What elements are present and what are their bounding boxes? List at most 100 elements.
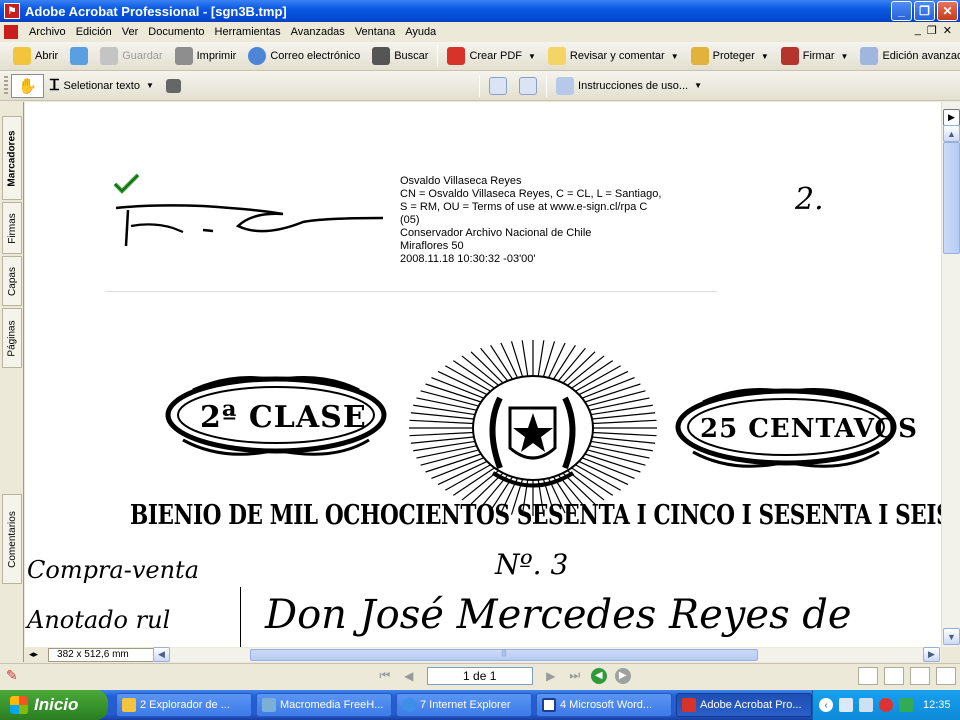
minimize-button[interactable]: _ <box>891 1 912 21</box>
chevron-down-icon[interactable]: ▼ <box>528 52 536 61</box>
navigation-pane: Marcadores Firmas Capas Páginas Comentar… <box>0 102 24 662</box>
select-text-button[interactable]: Ꮖ Seletionar texto ▼ <box>44 74 160 98</box>
scroll-left-arrow-icon[interactable]: ◀ <box>153 647 170 662</box>
taskbar-item-internet-explorer[interactable]: 7 Internet Explorer <box>396 693 532 717</box>
document-view[interactable]: Osvaldo Villaseca Reyes CN = Osvaldo Vil… <box>25 102 941 647</box>
last-page-icon[interactable]: ⏭ <box>566 667 584 685</box>
continuous-layout-icon[interactable] <box>883 666 904 685</box>
first-page-icon[interactable]: ⏮ <box>376 667 394 685</box>
handwritten-signature <box>115 204 384 247</box>
scroll-right-arrow-icon[interactable]: ▶ <box>923 647 940 662</box>
horizontal-scroll-thumb[interactable]: ||| <box>250 649 758 661</box>
open-button[interactable]: Abrir <box>7 44 64 68</box>
start-button[interactable]: Inicio <box>0 690 108 720</box>
scroll-up-arrow-icon[interactable]: ▲ <box>943 125 960 142</box>
tab-signatures[interactable]: Firmas <box>2 202 22 254</box>
tab-layers-label: Capas <box>6 266 18 296</box>
window-controls: _ ❐ ✕ <box>891 1 958 21</box>
organizer-button[interactable] <box>64 44 94 68</box>
security-icon[interactable] <box>899 698 913 712</box>
continuous-facing-layout-icon[interactable] <box>935 666 956 685</box>
protect-button[interactable]: Proteger ▼ <box>685 44 775 68</box>
create-pdf-icon <box>447 47 466 65</box>
next-page-icon[interactable]: ▶ <box>542 667 560 685</box>
system-tray: ‹ 12:35 <box>812 690 960 720</box>
signature-valid-check-icon[interactable] <box>113 172 141 194</box>
chevron-down-icon[interactable]: ▼ <box>694 81 702 90</box>
menu-archivo[interactable]: Archivo <box>24 26 71 38</box>
volume-icon[interactable] <box>859 698 873 712</box>
scroll-down-arrow-icon[interactable]: ▼ <box>943 628 960 645</box>
hand-tool-button[interactable]: ✋ <box>11 73 44 98</box>
acrobat-app-icon[interactable]: ⚑ <box>4 3 20 19</box>
snapshot-button[interactable] <box>160 74 187 98</box>
edit-pencil-icon[interactable]: ✎ <box>6 667 18 684</box>
sign-button[interactable]: Firmar ▼ <box>775 44 855 68</box>
taskbar-item-acrobat[interactable]: Adobe Acrobat Pro... <box>676 693 812 717</box>
tab-layers[interactable]: Capas <box>2 256 22 306</box>
title-bar[interactable]: ⚑ Adobe Acrobat Professional - [sgn3B.tm… <box>0 0 960 22</box>
taskbar-item-word[interactable]: 4 Microsoft Word... <box>536 693 672 717</box>
menu-ver[interactable]: Ver <box>117 26 144 38</box>
tray-expand-icon[interactable]: ‹ <box>819 698 833 712</box>
next-view-icon[interactable]: ▶ <box>614 667 631 684</box>
document-icon[interactable] <box>4 25 18 39</box>
sign-label: Firmar <box>802 50 835 62</box>
antivirus-icon[interactable] <box>879 698 893 712</box>
tools-toolbar: ✋ Ꮖ Seletionar texto ▼ Instrucciones de … <box>0 71 960 101</box>
vertical-scrollbar[interactable]: ▶ ▲ ▼ <box>941 102 960 647</box>
taskbar-item-explorer[interactable]: 2 Explorador de ... <box>116 693 252 717</box>
chevron-down-icon[interactable]: ▼ <box>841 52 849 61</box>
print-button[interactable]: Imprimir <box>169 44 243 68</box>
page-number-field[interactable]: 1 de 1 <box>426 666 533 685</box>
previous-view-icon[interactable]: ◀ <box>590 667 607 684</box>
doc-minimize-button[interactable]: _ <box>915 24 921 37</box>
network-icon[interactable] <box>839 698 853 712</box>
toolbar-grip[interactable] <box>4 75 8 96</box>
previous-page-icon[interactable]: ◀ <box>400 667 418 685</box>
horizontal-scrollbar[interactable]: ◀ ||| ▶ <box>153 647 941 662</box>
menu-documento[interactable]: Documento <box>143 26 209 38</box>
menu-ayuda[interactable]: Ayuda <box>400 26 441 38</box>
toolbar-separator <box>479 74 481 97</box>
margin-box-line <box>240 587 241 647</box>
tab-comments[interactable]: Comentarios <box>2 494 22 584</box>
chevron-down-icon[interactable]: ▼ <box>761 52 769 61</box>
protect-label: Proteger <box>712 50 755 62</box>
review-comment-button[interactable]: Revisar y comentar ▼ <box>542 44 685 68</box>
tab-pages[interactable]: Páginas <box>2 308 22 368</box>
pages-button[interactable] <box>513 74 543 98</box>
pen-icon <box>780 47 799 65</box>
vertical-scroll-thumb[interactable] <box>943 142 960 254</box>
tab-bookmarks-label: Marcadores <box>6 129 18 187</box>
doc-close-button[interactable]: ✕ <box>943 24 952 37</box>
taskbar-item-label: 4 Microsoft Word... <box>560 699 653 711</box>
taskbar-item-freehand[interactable]: Macromedia FreeH... <box>256 693 392 717</box>
facing-layout-icon[interactable] <box>909 666 930 685</box>
doc-restore-button[interactable]: ❐ <box>927 24 937 37</box>
close-button[interactable]: ✕ <box>937 1 958 21</box>
single-page-layout-icon[interactable] <box>857 666 878 685</box>
clock[interactable]: 12:35 <box>923 699 951 711</box>
menu-avanzadas[interactable]: Avanzadas <box>286 26 350 38</box>
create-pdf-button[interactable]: Crear PDF ▼ <box>441 44 541 68</box>
tab-bookmarks[interactable]: Marcadores <box>2 116 22 200</box>
save-button[interactable]: Guardar <box>94 44 168 68</box>
scroll-next-arrow-icon[interactable]: ▶ <box>943 109 960 126</box>
split-toggle-icon[interactable]: ◂▸ <box>29 649 38 660</box>
menu-edicion[interactable]: Edición <box>71 26 117 38</box>
instructions-button[interactable]: Instrucciones de uso... ▼ <box>550 74 708 98</box>
maximize-button[interactable]: ❐ <box>914 1 935 21</box>
menu-herramientas[interactable]: Herramientas <box>210 26 286 38</box>
advanced-edit-button[interactable]: Edición avanzada ▼ <box>854 44 960 68</box>
taskbar-item-label: 2 Explorador de ... <box>140 699 230 711</box>
chevron-down-icon[interactable]: ▼ <box>671 52 679 61</box>
taskbar-item-label: Macromedia FreeH... <box>280 699 384 711</box>
select-text-label: Seletionar texto <box>63 79 140 92</box>
chevron-down-icon[interactable]: ▼ <box>146 81 154 90</box>
menu-ventana[interactable]: Ventana <box>350 26 400 38</box>
open-label: Abrir <box>35 50 59 62</box>
rotate-button[interactable] <box>483 74 513 98</box>
search-button[interactable]: Buscar <box>366 44 434 68</box>
email-button[interactable]: Correo electrónico <box>242 44 366 68</box>
